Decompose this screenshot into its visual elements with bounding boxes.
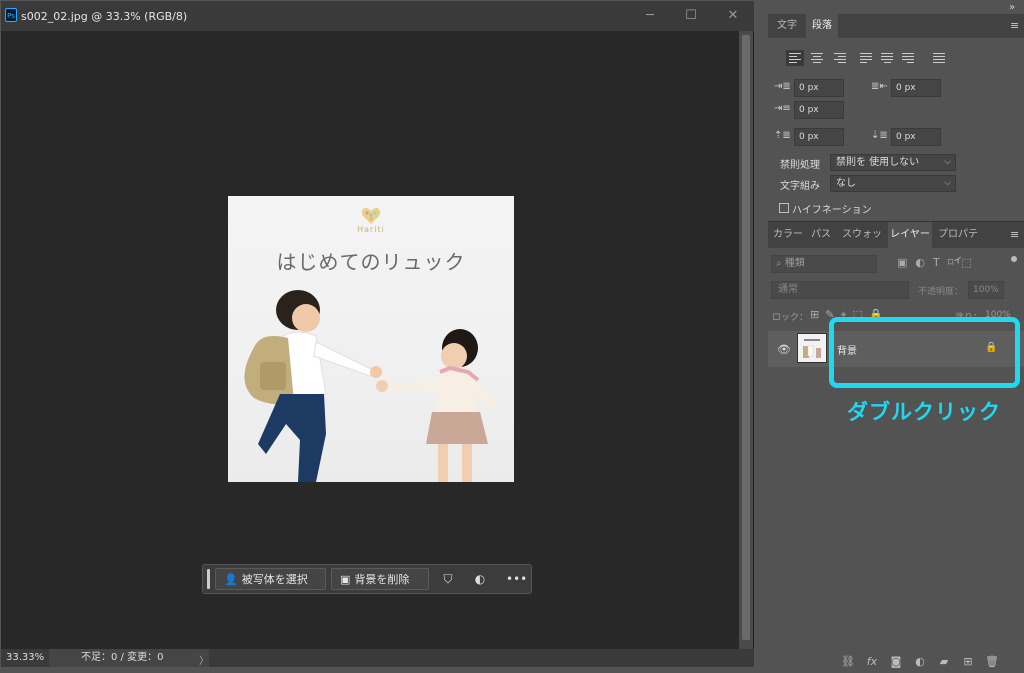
justify-last-center-button[interactable] [881, 51, 897, 65]
select-subject-label: 被写体を選択 [241, 573, 308, 586]
blend-mode-dropdown[interactable]: 通常 [771, 281, 909, 299]
indent-first-line-field[interactable]: 0 px [794, 101, 844, 119]
crop-flag-icon[interactable]: ⛉ [439, 571, 457, 587]
layer-filter-dropdown[interactable]: ⌕ 種類 [771, 255, 877, 273]
tab-properties[interactable]: プロパティ [934, 222, 982, 266]
space-before-icon: ⇡≣ [774, 130, 791, 141]
new-group-icon[interactable]: ▰ [935, 655, 953, 668]
document-info-text: 不足：0 / 変更：0 [81, 652, 164, 663]
person-icon: 👤 [224, 573, 238, 586]
layer-thumbnail[interactable] [797, 333, 827, 363]
search-icon: ⌕ [776, 258, 782, 269]
hyphenation-label: ハイフネーション [792, 205, 872, 216]
new-layer-icon[interactable]: ⊞ [959, 655, 977, 668]
filter-toggle-icon[interactable] [1011, 256, 1017, 262]
justify-all-button[interactable] [933, 51, 949, 65]
layer-filter-label: 種類 [784, 258, 805, 269]
adjustment-layer-icon[interactable]: ◐ [911, 655, 929, 668]
document-title: s002_02.jpg @ 33.3% (RGB/8) [21, 10, 188, 23]
tab-character[interactable]: 文字 [771, 14, 803, 38]
kinsoku-dropdown[interactable]: 禁則を 使用しない [830, 154, 956, 171]
highlight-box [829, 317, 1020, 388]
delete-layer-icon[interactable]: 🗑 [983, 655, 1001, 668]
visibility-eye-icon[interactable]: 👁 [777, 343, 791, 356]
opacity-label: 不透明度： [918, 287, 964, 297]
layers-panel-menu-icon[interactable]: ≡ [1010, 228, 1019, 241]
tab-color[interactable]: カラー [770, 222, 806, 248]
tab-layers[interactable]: レイヤー [888, 222, 932, 248]
align-right-button[interactable] [830, 51, 846, 65]
status-menu-arrow-icon[interactable]: 〉 [199, 652, 209, 667]
indent-left-field[interactable]: 0 px [794, 79, 844, 97]
select-subject-button[interactable]: 👤 被写体を選択 [215, 568, 326, 590]
taskbar-drag-handle[interactable] [207, 569, 210, 589]
adjustment-icon[interactable]: ◐ [471, 571, 489, 587]
maximize-button[interactable]: ☐ [679, 7, 703, 25]
tab-paragraph[interactable]: 段落 [806, 14, 838, 38]
kinsoku-label: 禁則処理 [780, 160, 820, 171]
more-options-button[interactable]: ••• [506, 571, 527, 587]
photoshop-icon: Ps [5, 8, 17, 22]
justify-last-left-button[interactable] [860, 51, 876, 65]
layer-filter-icons[interactable]: ▣◐T⌑⬚ [897, 256, 980, 269]
panel-menu-icon[interactable]: ≡ [1010, 19, 1019, 32]
heart-logo-icon [361, 207, 381, 224]
brand-logo-text: Hariti [357, 225, 385, 234]
tab-paths[interactable]: パス [808, 222, 834, 248]
indent-right-icon: ≣⇤ [871, 81, 888, 92]
image-icon: ▣ [340, 573, 351, 586]
document-image[interactable]: Hariti はじめてのリュック [228, 196, 514, 482]
space-before-field[interactable]: 0 px [794, 128, 844, 146]
minimize-button[interactable]: ─ [638, 7, 662, 25]
align-center-button[interactable] [809, 51, 825, 65]
indent-right-field[interactable]: 0 px [891, 79, 941, 97]
contextual-taskbar: 👤 被写体を選択 ▣ 背景を削除 ⛉ ◐ ••• [202, 564, 532, 594]
add-mask-icon[interactable]: ◙ [887, 655, 905, 668]
vertical-scrollbar-thumb[interactable] [742, 35, 750, 640]
document-titlebar[interactable]: Ps s002_02.jpg @ 33.3% (RGB/8) ─ ☐ ✕ [1, 1, 754, 31]
image-headline: はじめてのリュック [276, 250, 466, 274]
link-layers-icon[interactable]: ⛓ [839, 655, 857, 668]
remove-background-label: 背景を削除 [354, 573, 410, 586]
mojikumi-dropdown[interactable]: なし [830, 175, 956, 192]
fx-icon[interactable]: fx [863, 655, 881, 668]
annotation-text: ダブルクリック [847, 400, 1001, 424]
indent-first-line-icon: ⇥≡ [774, 103, 791, 114]
space-after-field[interactable]: 0 px [891, 128, 941, 146]
hyphenation-checkbox[interactable] [779, 203, 789, 213]
tab-swatches[interactable]: スウォッチ [838, 222, 886, 266]
remove-background-button[interactable]: ▣ 背景を削除 [331, 568, 429, 590]
zoom-level[interactable]: 33.33% [6, 652, 44, 663]
justify-last-right-button[interactable] [902, 51, 918, 65]
mojikumi-label: 文字組み [780, 181, 820, 192]
document-window: Ps s002_02.jpg @ 33.3% (RGB/8) ─ ☐ ✕ Har… [0, 0, 755, 668]
status-bar: 33.33% 不足：0 / 変更：0 〉 [1, 649, 754, 667]
document-info[interactable]: 不足：0 / 変更：0 [49, 649, 209, 667]
layer-thumbnail-image [798, 334, 826, 362]
collapse-panels-icon[interactable]: » [1009, 2, 1015, 13]
close-button[interactable]: ✕ [721, 7, 745, 25]
opacity-field[interactable]: 100% [968, 281, 1004, 299]
lock-label: ロック： [772, 313, 809, 323]
space-after-icon: ⇣≣ [871, 130, 888, 141]
align-left-button[interactable] [786, 50, 804, 66]
children-photo [244, 290, 498, 482]
indent-left-icon: ⇥≣ [774, 81, 791, 92]
